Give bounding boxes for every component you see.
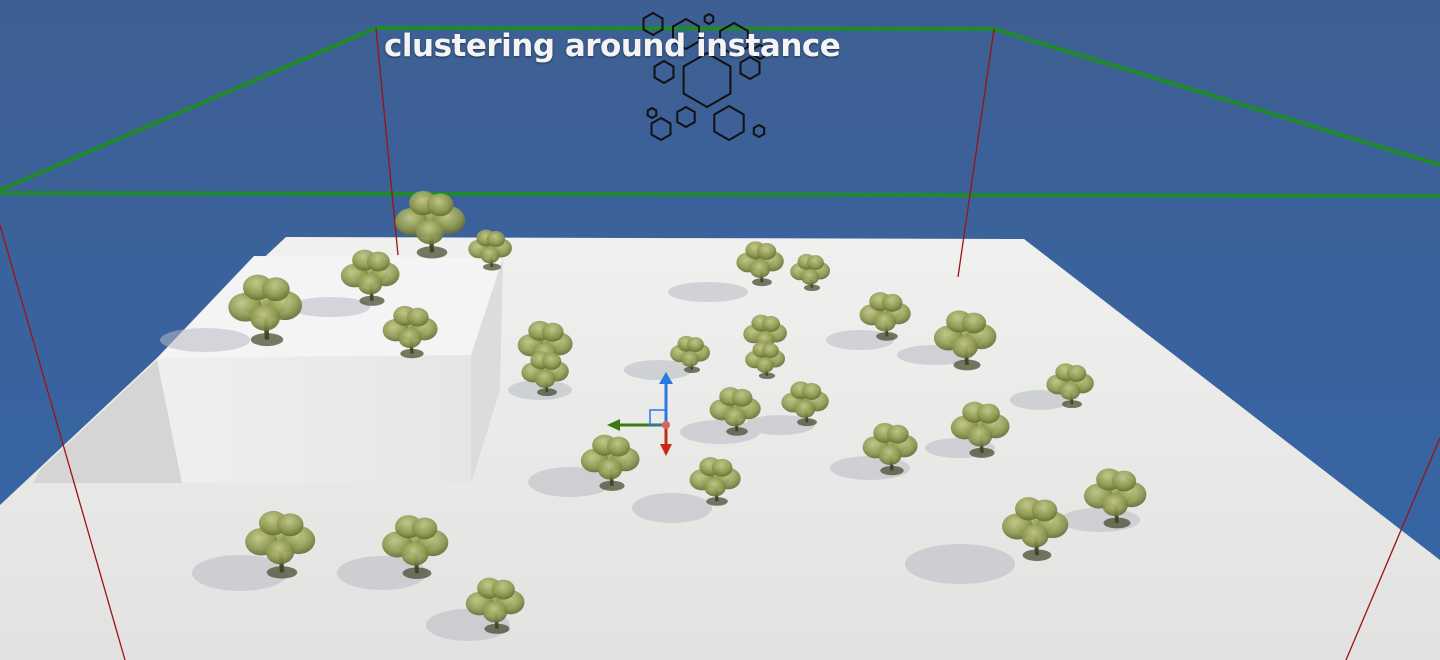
- scene-3d[interactable]: [0, 0, 1440, 660]
- game-viewport[interactable]: clustering around instance: [0, 0, 1440, 660]
